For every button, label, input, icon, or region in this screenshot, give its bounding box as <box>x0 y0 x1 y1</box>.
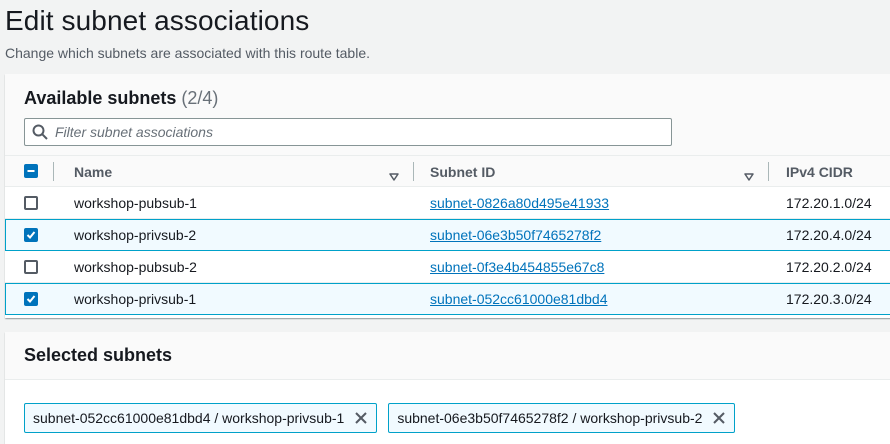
page-title: Edit subnet associations <box>5 5 310 36</box>
selected-subnet-token: subnet-052cc61000e81dbd4 / workshop-priv… <box>24 403 378 433</box>
subnet-cidr: 172.20.1.0/24 <box>786 195 872 211</box>
selected-subnets-panel: Selected subnets subnet-052cc61000e81dbd… <box>5 332 890 444</box>
subnet-id-link[interactable]: subnet-0f3e4b454855e67c8 <box>430 259 604 275</box>
sort-icon[interactable] <box>744 168 754 184</box>
sort-icon[interactable] <box>389 168 399 184</box>
row-checkbox[interactable] <box>24 228 38 242</box>
subnet-name: workshop-pubsub-2 <box>74 259 197 275</box>
row-checkbox[interactable] <box>24 292 38 306</box>
subnet-id-link[interactable]: subnet-0826a80d495e41933 <box>430 195 609 211</box>
table-row[interactable]: workshop-pubsub-2 subnet-0f3e4b454855e67… <box>5 251 890 283</box>
search-icon <box>25 124 55 140</box>
subnet-cidr: 172.20.4.0/24 <box>786 227 872 243</box>
subnet-name: workshop-pubsub-1 <box>74 195 197 211</box>
page-header: Edit subnet associations Change which su… <box>5 4 370 61</box>
selected-subnet-token: subnet-06e3b50f7465278f2 / workshop-priv… <box>388 403 736 433</box>
subnet-name: workshop-privsub-1 <box>74 291 197 307</box>
row-checkbox[interactable] <box>24 260 38 274</box>
table-row[interactable]: workshop-pubsub-1 subnet-0826a80d495e419… <box>5 187 890 219</box>
available-subnets-header: Available subnets (2/4) <box>5 74 890 156</box>
close-icon[interactable] <box>712 411 726 425</box>
subnets-table: Name Subnet ID IPv4 CIDR workshop-pubsub… <box>5 156 890 315</box>
column-header-subnet-id[interactable]: Subnet ID <box>430 164 495 180</box>
available-subnets-title-text: Available subnets <box>24 88 177 108</box>
close-icon[interactable] <box>354 411 368 425</box>
column-header-name[interactable]: Name <box>74 164 112 180</box>
table-row[interactable]: workshop-privsub-2 subnet-06e3b50f746527… <box>5 219 890 251</box>
subnet-id-link[interactable]: subnet-052cc61000e81dbd4 <box>430 291 608 307</box>
selected-subnets-title: Selected subnets <box>24 345 173 365</box>
select-all-checkbox[interactable] <box>24 164 38 178</box>
row-checkbox[interactable] <box>24 196 38 210</box>
selected-subnets-header: Selected subnets <box>5 332 890 380</box>
selected-token-group: subnet-052cc61000e81dbd4 / workshop-priv… <box>24 403 736 433</box>
column-divider[interactable] <box>768 162 769 181</box>
column-divider <box>53 162 54 181</box>
column-header-ipv4-cidr[interactable]: IPv4 CIDR <box>786 164 853 180</box>
available-subnets-panel: Available subnets (2/4) Name Subnet ID <box>5 74 890 318</box>
token-label: subnet-052cc61000e81dbd4 / workshop-priv… <box>33 410 345 426</box>
subnet-cidr: 172.20.3.0/24 <box>786 291 872 307</box>
column-divider[interactable] <box>413 162 414 181</box>
table-row[interactable]: workshop-privsub-1 subnet-052cc61000e81d… <box>5 283 890 315</box>
page-description: Change which subnets are associated with… <box>5 45 370 61</box>
subnet-id-link[interactable]: subnet-06e3b50f7465278f2 <box>430 227 601 243</box>
subnet-name: workshop-privsub-2 <box>74 227 197 243</box>
filter-subnet-input[interactable] <box>55 124 655 140</box>
filter-box[interactable] <box>24 118 672 146</box>
subnet-cidr: 172.20.2.0/24 <box>786 259 872 275</box>
token-label: subnet-06e3b50f7465278f2 / workshop-priv… <box>397 410 703 426</box>
available-subnets-count: (2/4) <box>181 88 219 108</box>
available-subnets-title: Available subnets (2/4) <box>24 88 218 109</box>
table-header: Name Subnet ID IPv4 CIDR <box>5 156 890 187</box>
